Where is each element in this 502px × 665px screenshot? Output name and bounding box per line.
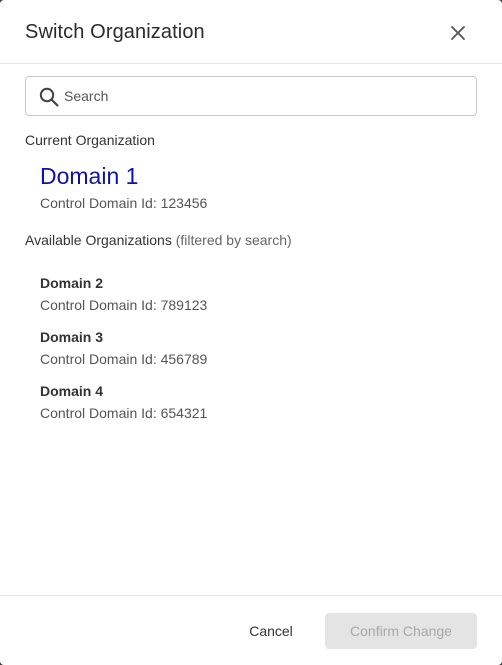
organization-item-domain-2[interactable]: Domain 2 Control Domain Id: 789123 bbox=[40, 275, 470, 319]
organization-name: Domain 3 bbox=[40, 329, 104, 345]
organization-item-domain-4[interactable]: Domain 4 Control Domain Id: 654321 bbox=[40, 383, 470, 427]
close-icon bbox=[451, 26, 465, 40]
organization-id: Control Domain Id: 456789 bbox=[40, 351, 208, 367]
dialog-header: Switch Organization bbox=[0, 0, 502, 64]
search-icon bbox=[39, 87, 59, 107]
close-button[interactable] bbox=[446, 21, 470, 45]
search-input[interactable] bbox=[64, 78, 464, 114]
current-organization-id: Control Domain Id: 123456 bbox=[40, 195, 208, 211]
filter-note: (filtered by search) bbox=[175, 232, 292, 248]
switch-organization-dialog: Switch Organization Current Organization… bbox=[0, 0, 502, 665]
available-organizations-title: Available Organizations bbox=[25, 232, 172, 248]
dialog-title: Switch Organization bbox=[25, 21, 205, 43]
dialog-footer: Cancel Confirm Change bbox=[0, 595, 502, 665]
organization-name: Domain 4 bbox=[40, 383, 104, 399]
current-organization-name: Domain 1 bbox=[40, 163, 139, 189]
organization-id: Control Domain Id: 789123 bbox=[40, 297, 208, 313]
confirm-change-button[interactable]: Confirm Change bbox=[325, 613, 477, 649]
organization-id: Control Domain Id: 654321 bbox=[40, 405, 208, 421]
organization-item-domain-3[interactable]: Domain 3 Control Domain Id: 456789 bbox=[40, 329, 470, 373]
cancel-button[interactable]: Cancel bbox=[236, 613, 306, 649]
search-field[interactable] bbox=[25, 76, 477, 116]
organization-name: Domain 2 bbox=[40, 275, 104, 291]
current-organization-label: Current Organization bbox=[25, 132, 155, 148]
available-organizations-label: Available Organizations (filtered by sea… bbox=[25, 232, 292, 248]
